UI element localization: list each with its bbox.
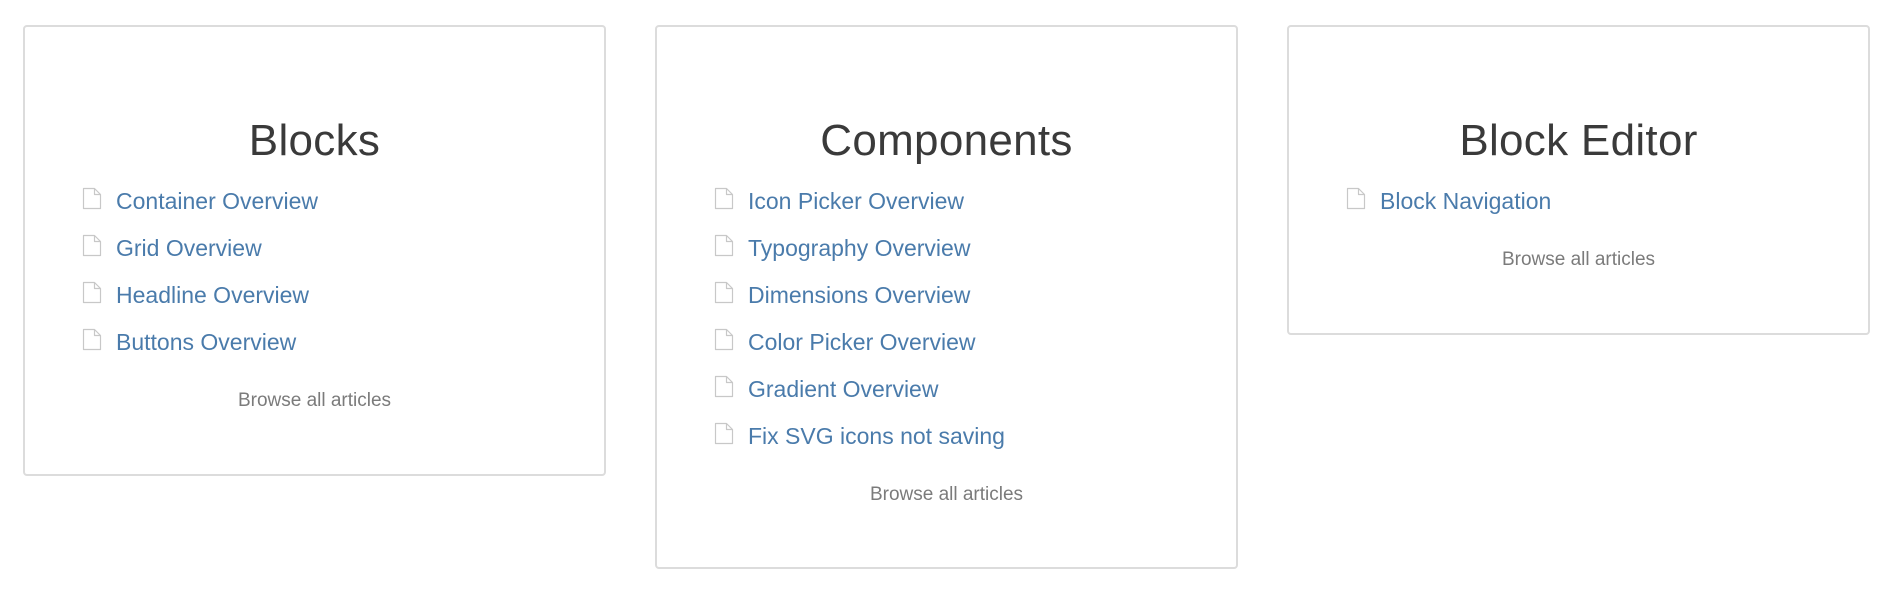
article-link[interactable]: Container Overview bbox=[116, 186, 318, 216]
article-link[interactable]: Grid Overview bbox=[116, 233, 262, 263]
category-title: Components bbox=[820, 116, 1073, 165]
category-title: Block Editor bbox=[1459, 116, 1698, 165]
article-list: Block Navigation bbox=[1346, 177, 1848, 224]
knowledge-base-categories: Blocks Container Overview Grid Overview … bbox=[0, 0, 1892, 596]
browse-all-articles-link[interactable]: Browse all articles bbox=[657, 483, 1236, 507]
article-link[interactable]: Icon Picker Overview bbox=[748, 186, 964, 216]
document-icon bbox=[714, 234, 734, 257]
category-title: Blocks bbox=[248, 116, 381, 165]
article-link[interactable]: Fix SVG icons not saving bbox=[748, 421, 1005, 451]
article-list: Icon Picker Overview Typography Overview… bbox=[714, 177, 1216, 459]
article-link[interactable]: Color Picker Overview bbox=[748, 327, 976, 357]
article-item: Block Navigation bbox=[1346, 177, 1848, 224]
article-item: Buttons Overview bbox=[82, 318, 584, 365]
category-card-block-editor: Block Editor Block Navigation Browse all… bbox=[1287, 25, 1870, 335]
article-link[interactable]: Dimensions Overview bbox=[748, 280, 970, 310]
category-card-blocks: Blocks Container Overview Grid Overview … bbox=[23, 25, 606, 476]
article-link[interactable]: Typography Overview bbox=[748, 233, 970, 263]
document-icon bbox=[1346, 187, 1366, 210]
article-item: Fix SVG icons not saving bbox=[714, 412, 1216, 459]
document-icon bbox=[714, 422, 734, 445]
document-icon bbox=[82, 187, 102, 210]
browse-all-articles-link[interactable]: Browse all articles bbox=[25, 389, 604, 413]
article-item: Icon Picker Overview bbox=[714, 177, 1216, 224]
article-item: Color Picker Overview bbox=[714, 318, 1216, 365]
article-item: Grid Overview bbox=[82, 224, 584, 271]
document-icon bbox=[714, 328, 734, 351]
article-list: Container Overview Grid Overview Headlin… bbox=[82, 177, 584, 365]
article-item: Container Overview bbox=[82, 177, 584, 224]
document-icon bbox=[714, 281, 734, 304]
article-link[interactable]: Block Navigation bbox=[1380, 186, 1551, 216]
article-item: Typography Overview bbox=[714, 224, 1216, 271]
category-card-components: Components Icon Picker Overview Typograp… bbox=[655, 25, 1238, 569]
document-icon bbox=[82, 328, 102, 351]
document-icon bbox=[82, 281, 102, 304]
article-item: Dimensions Overview bbox=[714, 271, 1216, 318]
article-link[interactable]: Buttons Overview bbox=[116, 327, 296, 357]
document-icon bbox=[82, 234, 102, 257]
article-item: Headline Overview bbox=[82, 271, 584, 318]
article-item: Gradient Overview bbox=[714, 365, 1216, 412]
document-icon bbox=[714, 375, 734, 398]
document-icon bbox=[714, 187, 734, 210]
browse-all-articles-link[interactable]: Browse all articles bbox=[1289, 248, 1868, 272]
article-link[interactable]: Gradient Overview bbox=[748, 374, 938, 404]
article-link[interactable]: Headline Overview bbox=[116, 280, 309, 310]
